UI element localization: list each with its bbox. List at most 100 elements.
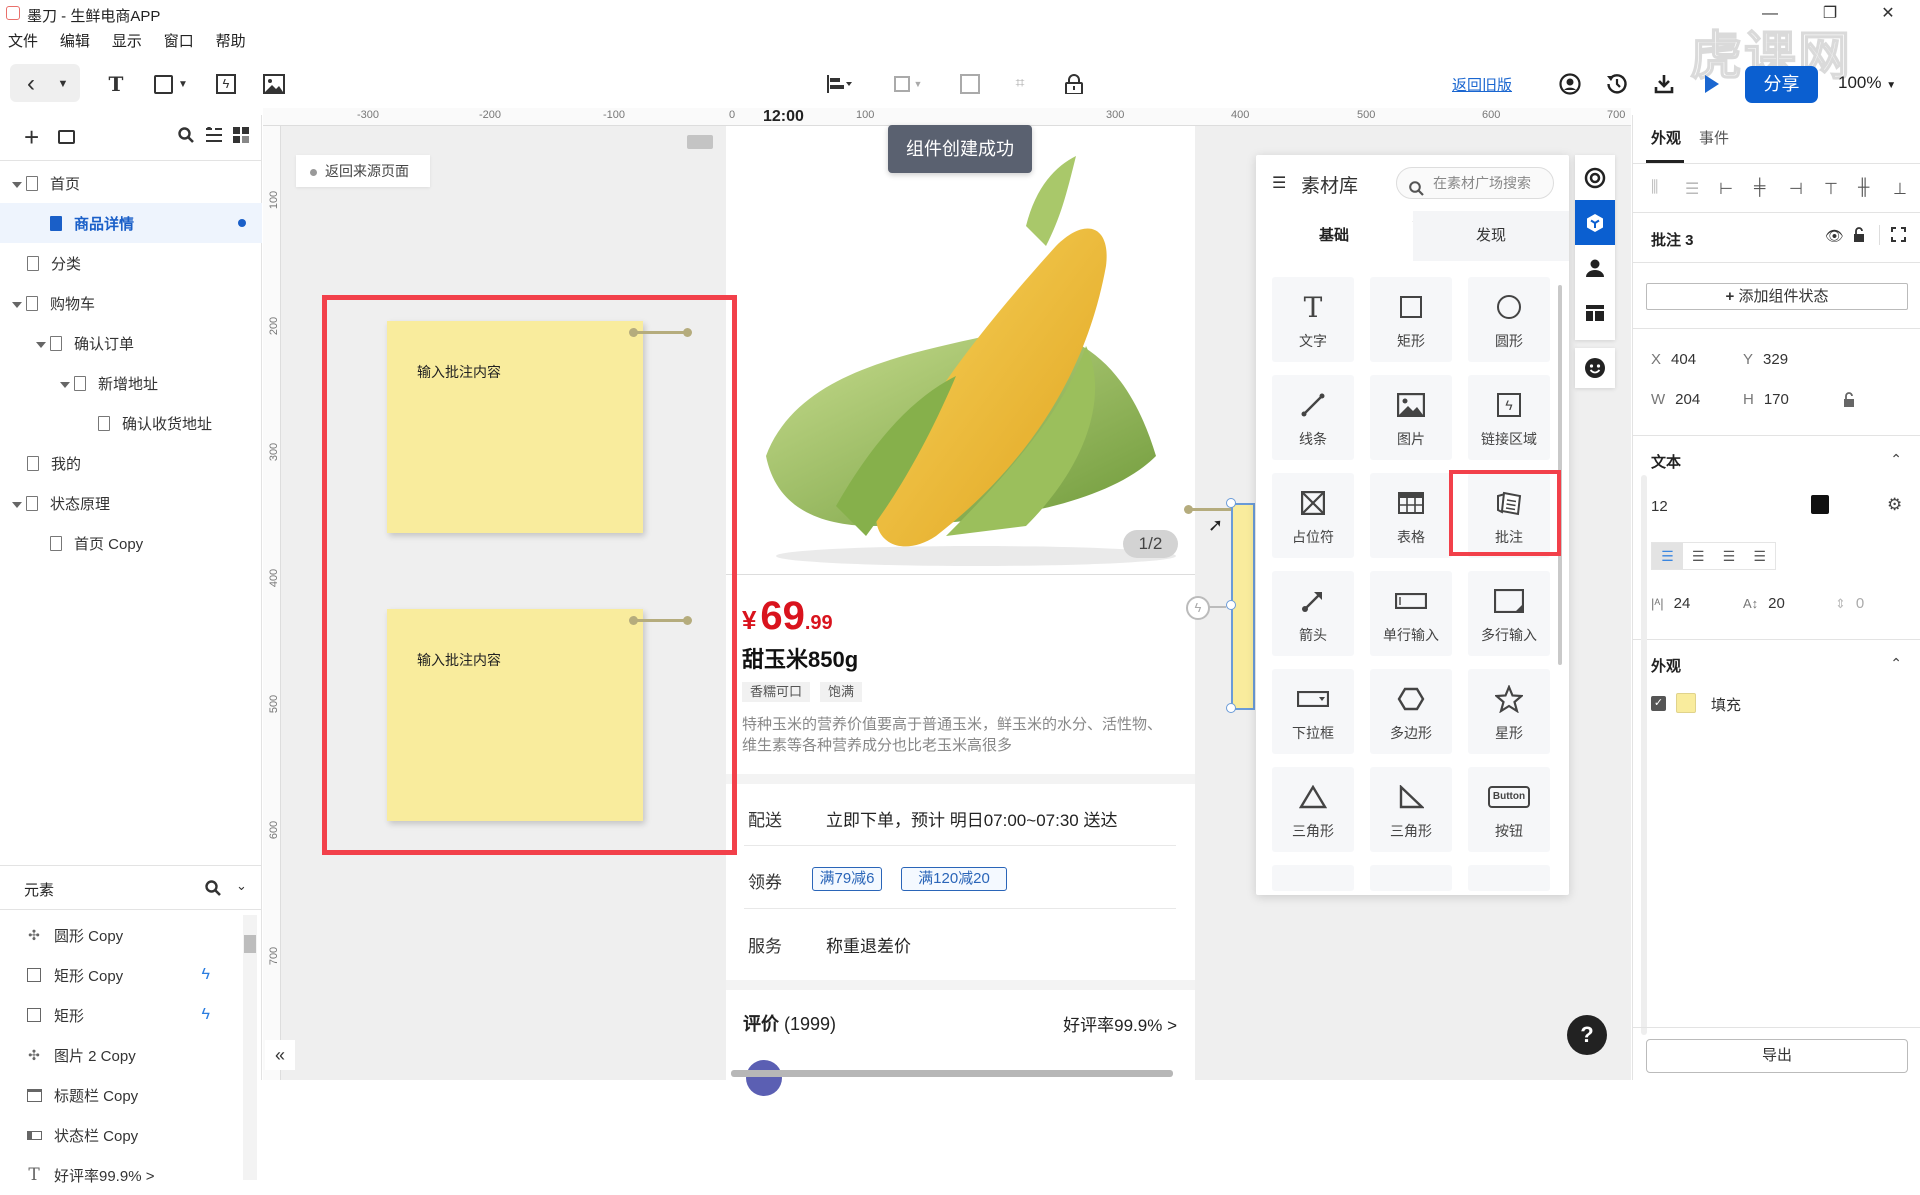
export-button[interactable]: 导出 <box>1646 1039 1908 1073</box>
element-item[interactable]: 标题栏 Copy <box>0 1075 240 1115</box>
rectangle-tool-icon[interactable] <box>152 70 174 98</box>
line-height-field[interactable]: A↕ 20 <box>1743 595 1785 612</box>
library-tile[interactable]: 箭头 <box>1272 571 1354 656</box>
share-button[interactable]: 分享 <box>1745 66 1818 103</box>
element-item[interactable]: 状态栏 Copy <box>0 1115 240 1155</box>
x-field[interactable]: X 404 <box>1651 351 1696 368</box>
gear-icon[interactable]: ⚙ <box>1887 495 1902 515</box>
library-search-input[interactable]: 在素材广场搜索 <box>1396 167 1554 199</box>
library-tile[interactable]: Button 按钮 <box>1468 767 1550 852</box>
library-tile[interactable]: 表格 <box>1370 473 1452 558</box>
menu-edit[interactable]: 编辑 <box>60 30 90 54</box>
user-icon[interactable] <box>1575 245 1615 290</box>
chevron-up-icon[interactable]: ⌃ <box>1890 451 1902 468</box>
library-tile[interactable]: 多行输入 <box>1468 571 1550 656</box>
chevron-down-icon[interactable]: ⌄ <box>236 878 247 894</box>
width-field[interactable]: W 204 <box>1651 391 1700 408</box>
library-tile[interactable]: 三角形 <box>1370 767 1452 852</box>
y-field[interactable]: Y 329 <box>1743 351 1788 368</box>
element-item[interactable]: 矩形 ϟ <box>0 995 240 1035</box>
text-align-left-icon[interactable]: ☰ <box>1652 543 1683 569</box>
text-color-swatch[interactable] <box>1811 495 1829 514</box>
collapse-panel-icon[interactable]: « <box>265 1040 295 1070</box>
element-item[interactable]: ✣ 圆形 Copy <box>0 915 240 955</box>
properties-scrollbar[interactable] <box>1641 475 1647 1035</box>
lock-icon[interactable] <box>1062 70 1086 98</box>
align-right-icon[interactable]: ⊣ <box>1789 179 1803 199</box>
page-item-product-detail[interactable]: 商品详情 <box>0 203 262 243</box>
caret-down-icon[interactable] <box>12 295 26 312</box>
height-field[interactable]: H 170 <box>1743 391 1789 408</box>
element-item[interactable]: 矩形 Copy ϟ <box>0 955 240 995</box>
interaction-bolt-icon[interactable]: ϟ <box>1186 596 1210 620</box>
menu-file[interactable]: 文件 <box>8 30 38 54</box>
text-tool-icon[interactable]: T <box>104 70 128 98</box>
folder-icon[interactable] <box>58 130 75 144</box>
image-tool-icon[interactable] <box>262 70 286 98</box>
library-tile[interactable] <box>1468 865 1550 891</box>
align-middle-icon[interactable]: ╫ <box>1858 179 1869 197</box>
caret-down-icon[interactable] <box>36 335 50 352</box>
annotation-pin[interactable] <box>629 616 692 625</box>
annotation-note[interactable]: 输入批注内容 <box>387 609 643 821</box>
align-bottom-icon[interactable]: ⊥ <box>1893 179 1907 199</box>
fullscreen-icon[interactable] <box>1891 227 1906 245</box>
page-item-confirm-address[interactable]: 确认收货地址 <box>0 403 262 443</box>
caret-down-icon[interactable] <box>12 175 26 192</box>
element-item[interactable]: ✣ 图片 2 Copy <box>0 1035 240 1075</box>
library-tile[interactable]: 图片 <box>1370 375 1452 460</box>
library-tile[interactable] <box>1272 865 1354 891</box>
visibility-eye-icon[interactable]: 👁 <box>1825 227 1844 245</box>
menu-help[interactable]: 帮助 <box>216 30 246 54</box>
fill-color-swatch[interactable] <box>1676 693 1696 713</box>
library-tile[interactable]: 星形 <box>1468 669 1550 754</box>
library-tile[interactable]: 矩形 <box>1370 277 1452 362</box>
tab-discover[interactable]: 发现 <box>1413 211 1569 261</box>
text-align-center-icon[interactable]: ☰ <box>1683 543 1714 569</box>
annotation-note[interactable]: 输入批注内容 <box>387 321 643 533</box>
review-rate-link[interactable]: 好评率99.9% > <box>1063 1011 1177 1036</box>
library-tile[interactable]: 线条 <box>1272 375 1354 460</box>
resize-handle[interactable] <box>1226 600 1236 610</box>
coupon-badge[interactable]: 满79减6 <box>812 867 882 891</box>
page-item-home-copy[interactable]: 首页 Copy <box>0 523 262 563</box>
page-item-state-principle[interactable]: 状态原理 <box>0 483 262 523</box>
page-item-cart[interactable]: 购物车 <box>0 283 262 323</box>
caret-down-icon[interactable] <box>60 375 74 392</box>
library-tile[interactable] <box>1370 865 1452 891</box>
grid-view-icon[interactable] <box>233 127 249 146</box>
emoji-icon[interactable] <box>1575 348 1615 388</box>
back-icon[interactable]: ‹ <box>20 70 42 98</box>
library-tile[interactable]: T 文字 <box>1272 277 1354 362</box>
download-icon[interactable] <box>1652 70 1676 98</box>
library-tile[interactable]: 圆形 <box>1468 277 1550 362</box>
menu-window[interactable]: 窗口 <box>164 30 194 54</box>
user-icon[interactable] <box>1557 70 1583 98</box>
page-item-new-address[interactable]: 新增地址 <box>0 363 262 403</box>
target-icon[interactable] <box>1575 155 1615 200</box>
add-page-icon[interactable]: + <box>24 122 39 153</box>
menu-tag-icon[interactable] <box>687 135 713 149</box>
layout-icon[interactable] <box>1575 290 1615 335</box>
rectangle-dropdown-icon[interactable]: ▼ <box>177 70 189 98</box>
close-button[interactable]: ✕ <box>1868 2 1908 26</box>
paragraph-spacing-field[interactable]: ⇕ 0 <box>1835 595 1864 612</box>
zoom-select[interactable]: 100% ▼ <box>1838 73 1896 93</box>
list-icon[interactable]: ☰ <box>1272 173 1286 193</box>
search-icon[interactable] <box>178 127 194 146</box>
page-item-mine[interactable]: 我的 <box>0 443 262 483</box>
resize-handle[interactable] <box>1226 498 1236 508</box>
letter-spacing-field[interactable]: |ᴬ| 24 <box>1651 595 1690 612</box>
unlock-icon[interactable] <box>1853 227 1865 245</box>
horizontal-scrollbar[interactable] <box>731 1070 1173 1077</box>
element-item[interactable]: T 好评率99.9% > <box>0 1155 240 1195</box>
library-tile[interactable]: 下拉框 <box>1272 669 1354 754</box>
search-icon[interactable] <box>205 880 221 899</box>
align-left-icon[interactable]: ⊢ <box>1719 179 1733 199</box>
library-tile[interactable]: 多边形 <box>1370 669 1452 754</box>
distribute-vertical-icon[interactable]: ☰ <box>1685 179 1699 199</box>
align-center-icon[interactable]: ╪ <box>1754 179 1765 197</box>
page-item-home[interactable]: 首页 <box>0 163 262 203</box>
link-area-icon[interactable]: ϟ <box>214 70 238 98</box>
aspect-lock-icon[interactable] <box>1843 392 1855 410</box>
